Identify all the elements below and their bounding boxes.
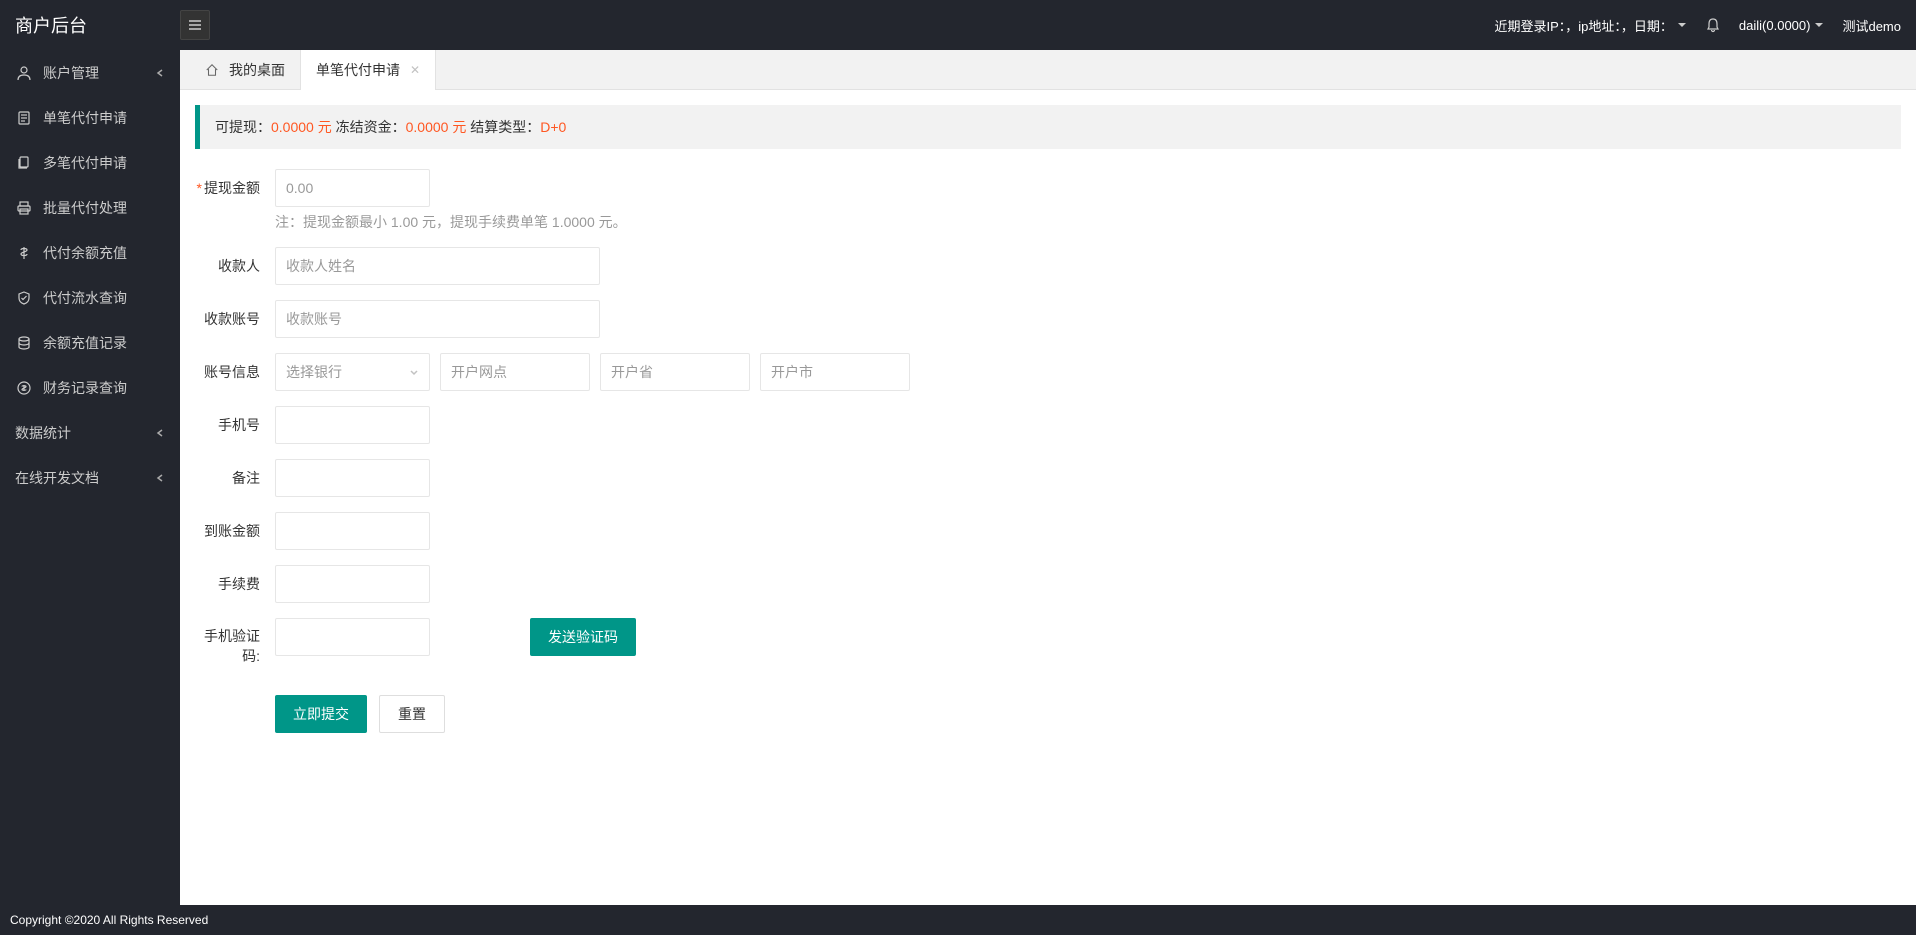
account-info-label: 账号信息	[195, 353, 275, 391]
arrival-amount-label: 到账金额	[195, 512, 275, 550]
shield-icon	[15, 290, 33, 306]
phone-label: 手机号	[195, 406, 275, 444]
chevron-down-icon	[1814, 20, 1824, 30]
bell-icon	[1705, 17, 1721, 33]
login-info[interactable]: 近期登录IP：，ip地址：，日期：	[1495, 16, 1687, 35]
amount-label: *提现金额	[195, 169, 275, 207]
close-icon[interactable]: ✕	[410, 63, 420, 77]
file-icon	[15, 110, 33, 126]
test-demo-label[interactable]: 测试demo	[1842, 16, 1901, 35]
bank-select[interactable]	[275, 353, 430, 391]
sidebar: 账户管理 单笔代付申请 多笔代付申请 批量代付处理 代付余额充值 代付流水查询 …	[0, 50, 180, 905]
print-icon	[15, 200, 33, 216]
sms-code-label: 手机验证码:	[195, 618, 275, 675]
amount-note: 注：提现金额最小 1.00 元，提现手续费单笔 1.0000 元。	[195, 212, 1901, 232]
user-icon	[15, 65, 33, 81]
branch-input[interactable]	[440, 353, 590, 391]
database-icon	[15, 335, 33, 351]
home-icon	[205, 63, 219, 77]
sidebar-item-statistics[interactable]: 数据统计	[0, 410, 180, 455]
info-bar: 可提现：0.0000 元 冻结资金：0.0000 元 结算类型：D+0	[195, 105, 1901, 149]
sms-code-input[interactable]	[275, 618, 430, 656]
menu-icon	[187, 17, 203, 33]
account-label: 收款账号	[195, 300, 275, 338]
sidebar-item-multi-payment[interactable]: 多笔代付申请	[0, 140, 180, 185]
payee-label: 收款人	[195, 247, 275, 285]
chevron-left-icon	[155, 68, 165, 78]
chevron-down-icon	[1677, 20, 1687, 30]
footer: Copyright ©2020 All Rights Reserved	[0, 905, 1916, 935]
chevron-left-icon	[155, 473, 165, 483]
submit-button[interactable]: 立即提交	[275, 695, 367, 733]
circle-dollar-icon	[15, 380, 33, 396]
app-title: 商户后台	[15, 12, 180, 38]
remark-input[interactable]	[275, 459, 430, 497]
sidebar-item-recharge[interactable]: 代付余额充值	[0, 230, 180, 275]
sidebar-item-flow-query[interactable]: 代付流水查询	[0, 275, 180, 320]
fee-label: 手续费	[195, 565, 275, 603]
sidebar-item-recharge-record[interactable]: 余额充值记录	[0, 320, 180, 365]
reset-button[interactable]: 重置	[379, 695, 445, 733]
chevron-left-icon	[155, 428, 165, 438]
arrival-amount-input[interactable]	[275, 512, 430, 550]
notification-button[interactable]	[1705, 17, 1721, 33]
amount-input[interactable]	[275, 169, 430, 207]
dollar-icon	[15, 245, 33, 261]
tab-home[interactable]: 我的桌面	[190, 50, 301, 90]
remark-label: 备注	[195, 459, 275, 497]
payee-input[interactable]	[275, 247, 600, 285]
sidebar-item-batch-payment[interactable]: 批量代付处理	[0, 185, 180, 230]
files-icon	[15, 155, 33, 171]
send-code-button[interactable]: 发送验证码	[530, 618, 636, 656]
tab-single-payment[interactable]: 单笔代付申请 ✕	[301, 50, 436, 90]
sidebar-item-docs[interactable]: 在线开发文档	[0, 455, 180, 500]
tabs-bar: 我的桌面 单笔代付申请 ✕	[180, 50, 1916, 90]
fee-input[interactable]	[275, 565, 430, 603]
sidebar-toggle-button[interactable]	[180, 10, 210, 40]
city-input[interactable]	[760, 353, 910, 391]
province-input[interactable]	[600, 353, 750, 391]
phone-input[interactable]	[275, 406, 430, 444]
sidebar-item-account[interactable]: 账户管理	[0, 50, 180, 95]
sidebar-item-single-payment[interactable]: 单笔代付申请	[0, 95, 180, 140]
account-input[interactable]	[275, 300, 600, 338]
sidebar-item-finance-query[interactable]: 财务记录查询	[0, 365, 180, 410]
user-balance[interactable]: daili(0.0000)	[1739, 18, 1825, 33]
